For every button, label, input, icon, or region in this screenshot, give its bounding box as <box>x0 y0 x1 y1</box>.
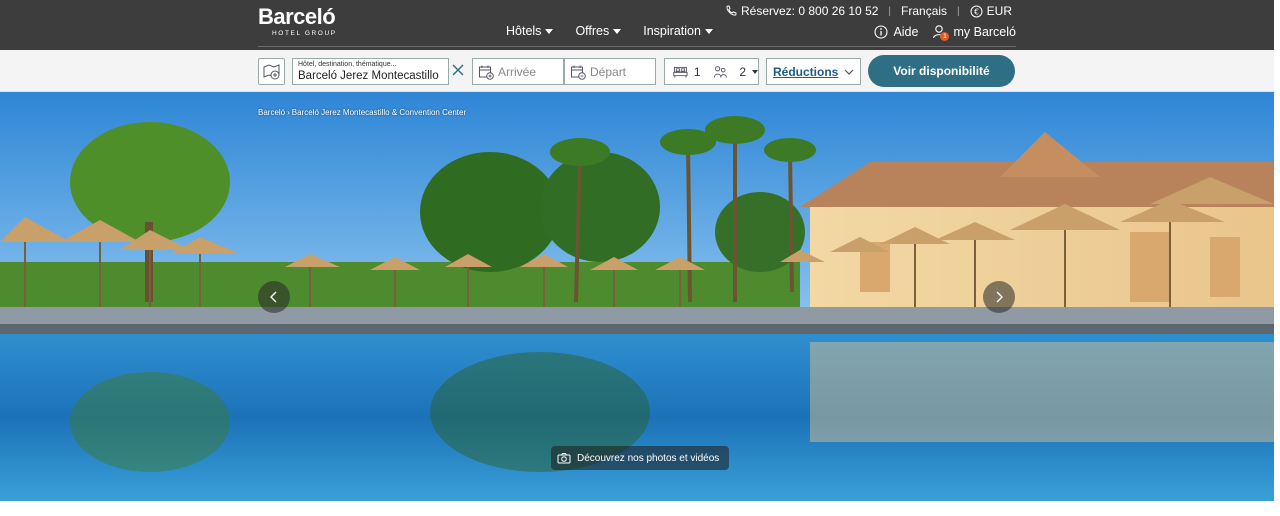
gallery-next-button[interactable] <box>983 281 1015 313</box>
divider: | <box>957 5 960 17</box>
people-icon <box>713 65 727 78</box>
map-search-button[interactable] <box>258 58 285 85</box>
clear-destination-button[interactable] <box>451 63 465 77</box>
hero-image <box>0 92 1274 501</box>
chevron-left-icon <box>270 291 277 303</box>
booking-search-bar: Hôtel, destination, thématique... Barcel… <box>0 50 1274 92</box>
checkin-placeholder: Arrivée <box>498 64 537 79</box>
camera-icon <box>557 453 571 464</box>
chevron-down-icon <box>704 28 713 34</box>
gallery-prev-button[interactable] <box>258 281 290 313</box>
breadcrumb-separator: › <box>287 108 290 117</box>
checkout-field[interactable]: Départ <box>564 58 656 85</box>
account-link[interactable]: 1 my Barceló <box>932 24 1016 41</box>
chevron-down-icon <box>844 69 854 75</box>
close-icon <box>452 64 464 76</box>
header-divider <box>258 46 1016 47</box>
chevron-down-icon <box>545 28 554 34</box>
account-badge: 1 <box>940 32 950 41</box>
currency-selector[interactable]: € EUR <box>970 4 1012 18</box>
brand-subtitle: HOTEL GROUP <box>272 30 337 37</box>
svg-text:€: € <box>974 7 979 16</box>
help-label: Aide <box>893 25 919 39</box>
account-label: my Barceló <box>953 25 1016 39</box>
top-utility-bar: Réservez: 0 800 26 10 52 | Français | € … <box>725 4 1012 18</box>
rooms-count: 1 <box>693 64 701 79</box>
checkout-placeholder: Départ <box>590 64 627 79</box>
chevron-down-icon <box>752 69 758 74</box>
photos-videos-label: Découvrez nos photos et vidéos <box>577 452 720 464</box>
globe-currency-icon: € <box>970 5 983 17</box>
map-pin-icon <box>263 63 279 79</box>
language-selector[interactable]: Français <box>901 4 947 18</box>
destination-input[interactable]: Barceló Jerez Montecastillo <box>298 69 443 83</box>
rooms-guests-selector[interactable]: 1 2 <box>664 58 759 85</box>
currency-label: EUR <box>986 4 1012 18</box>
checkin-field[interactable]: Arrivée <box>472 58 564 85</box>
main-nav: Hôtels Offres Inspiration <box>506 24 713 38</box>
nav-hotels[interactable]: Hôtels <box>506 24 554 38</box>
guests-count: 2 <box>739 64 746 79</box>
nav-offers[interactable]: Offres <box>575 24 622 38</box>
nav-inspiration-label: Inspiration <box>643 24 701 38</box>
check-availability-button[interactable]: Voir disponibilité <box>868 55 1015 87</box>
promo-label: Réductions <box>773 64 839 79</box>
page-edge <box>1274 0 1280 516</box>
help-link[interactable]: Aide <box>874 25 918 39</box>
breadcrumb: Barceló › Barceló Jerez Montecastillo & … <box>258 108 466 117</box>
brand-name: Barceló <box>258 4 336 29</box>
destination-label: Hôtel, destination, thématique... <box>298 61 397 68</box>
promo-code-dropdown[interactable]: Réductions <box>766 58 861 85</box>
calendar-icon <box>571 65 586 80</box>
hero-gallery[interactable]: Barceló › Barceló Jerez Montecastillo & … <box>0 92 1274 501</box>
phone-link[interactable]: Réservez: 0 800 26 10 52 <box>725 4 878 18</box>
top-header: Barceló HOTEL GROUP Réservez: 0 800 26 1… <box>0 0 1274 50</box>
brand-logo[interactable]: Barceló HOTEL GROUP <box>258 4 337 38</box>
nav-offers-label: Offres <box>575 24 610 38</box>
phone-label: Réservez: 0 800 26 10 52 <box>740 4 879 18</box>
photos-videos-button[interactable]: Découvrez nos photos et vidéos <box>551 446 730 470</box>
phone-icon <box>726 5 737 16</box>
calendar-icon <box>479 65 494 80</box>
bed-icon <box>673 66 688 78</box>
breadcrumb-current: Barceló Jerez Montecastillo & Convention… <box>291 108 467 117</box>
chevron-down-icon <box>613 28 622 34</box>
divider: | <box>888 5 892 17</box>
info-icon <box>874 25 888 39</box>
destination-field[interactable]: Hôtel, destination, thématique... Barcel… <box>292 58 449 85</box>
nav-inspiration[interactable]: Inspiration <box>643 24 713 38</box>
user-links: Aide 1 my Barceló <box>874 24 1016 41</box>
breadcrumb-home[interactable]: Barceló <box>258 108 285 117</box>
chevron-right-icon <box>996 291 1003 303</box>
nav-hotels-label: Hôtels <box>506 24 542 38</box>
